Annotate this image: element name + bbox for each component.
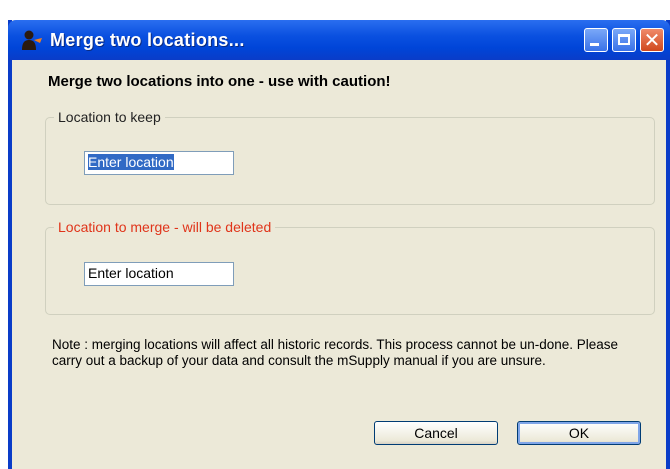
title-bar[interactable]: Merge two locations... ✕ — [8, 20, 670, 60]
note-text: Note : merging locations will affect all… — [52, 337, 619, 368]
maximize-button[interactable] — [612, 28, 636, 52]
dialog-heading: Merge two locations into one - use with … — [48, 73, 391, 90]
location-to-keep-label: Location to keep — [54, 109, 165, 125]
close-icon: ✕ — [643, 28, 661, 52]
window-title: Merge two locations... — [50, 30, 245, 50]
app-person-icon — [22, 30, 42, 50]
maximize-icon — [618, 34, 630, 45]
location-to-merge-value: Enter location — [88, 265, 174, 281]
minimize-icon — [590, 43, 599, 46]
cancel-button[interactable]: Cancel — [374, 421, 498, 445]
ok-button[interactable]: OK — [517, 421, 641, 445]
location-to-merge-label: Location to merge - will be deleted — [54, 219, 276, 235]
location-to-keep-input[interactable]: Enter location — [84, 151, 234, 175]
close-button[interactable]: ✕ — [640, 28, 664, 52]
minimize-button[interactable] — [584, 28, 608, 52]
location-to-keep-value: Enter location — [88, 154, 174, 170]
location-to-merge-input[interactable]: Enter location — [84, 262, 234, 286]
